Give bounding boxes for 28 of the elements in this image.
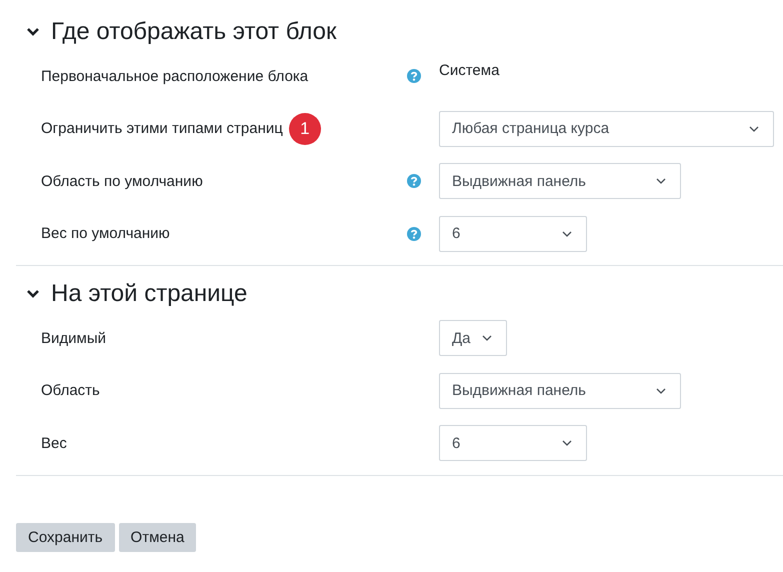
select-field[interactable]: Любая страница курса — [439, 110, 774, 147]
field-value: Система — [439, 62, 500, 79]
help-icon[interactable] — [407, 174, 421, 188]
select-field[interactable]: Да — [439, 320, 507, 356]
form-button[interactable]: Сохранить — [16, 522, 115, 552]
field-label: Область по умолчанию — [41, 172, 203, 190]
caret-icon — [482, 335, 492, 342]
help-icon[interactable] — [407, 226, 421, 241]
select-field[interactable]: Выдвижная панель — [439, 372, 681, 409]
select-field[interactable]: 6 — [439, 425, 587, 462]
caret-icon — [749, 126, 759, 132]
field-label: Область — [41, 382, 100, 400]
field-label: Первоначальное расположение блока — [41, 68, 308, 85]
field-label: Видимый — [41, 330, 106, 347]
caret-icon — [562, 440, 572, 446]
field-label: Вес — [41, 434, 67, 452]
caret-icon — [656, 388, 666, 394]
form-button[interactable]: Отмена — [118, 522, 196, 552]
field-label: Ограничить этими типами страниц — [41, 120, 283, 138]
section-title: На этой странице — [51, 280, 248, 308]
select-field[interactable]: 6 — [439, 216, 587, 252]
help-icon[interactable] — [407, 69, 421, 84]
section-title: Где отображать этот блок — [51, 18, 336, 46]
caret-icon — [656, 178, 666, 184]
caret-icon — [562, 230, 572, 237]
number-badge: 1 — [288, 112, 321, 145]
field-label: Вес по умолчанию — [41, 225, 170, 242]
select-field[interactable]: Выдвижная панель — [439, 163, 681, 200]
